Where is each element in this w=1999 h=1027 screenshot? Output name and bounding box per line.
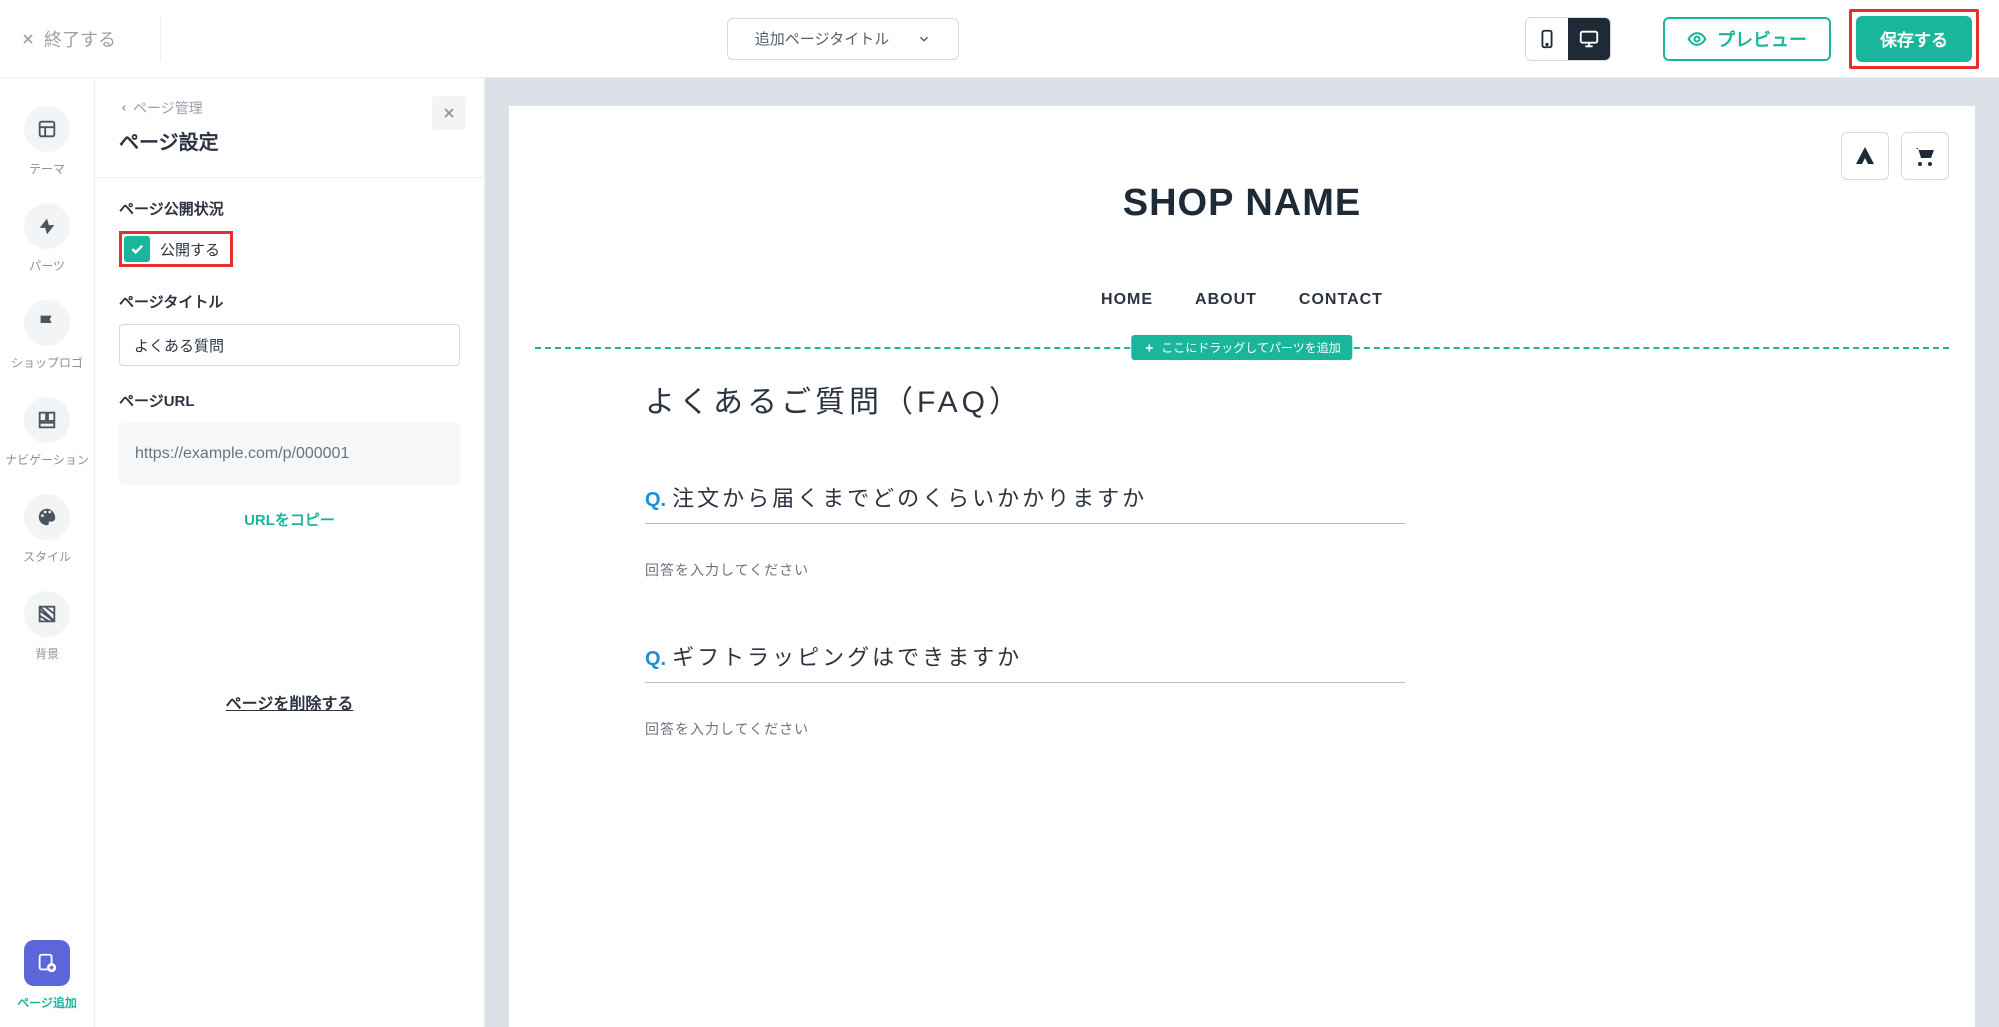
desktop-icon	[1578, 28, 1600, 50]
sidebar-item-background[interactable]: 背景	[0, 581, 94, 678]
sidebar-item-shop-logo[interactable]: ショップロゴ	[0, 290, 94, 387]
mobile-icon	[1536, 28, 1558, 50]
save-button[interactable]: 保存する	[1856, 16, 1972, 62]
close-panel-button[interactable]	[432, 96, 466, 130]
page-title-label: ページタイトル	[119, 291, 460, 312]
publish-checkbox-label: 公開する	[160, 239, 220, 260]
copy-url-button[interactable]: URLをコピー	[119, 509, 460, 530]
q-text: 注文から届くまでどのくらいかかりますか	[672, 481, 1147, 513]
cart-button[interactable]	[1901, 132, 1949, 180]
nav-about[interactable]: ABOUT	[1195, 291, 1257, 309]
background-icon	[36, 603, 58, 625]
preview-button[interactable]: プレビュー	[1663, 17, 1831, 61]
add-page-icon	[36, 952, 58, 974]
preview-label: プレビュー	[1717, 26, 1807, 52]
flag-icon	[36, 312, 58, 334]
page-url-display: https://example.com/p/000001	[119, 423, 460, 485]
sidebar-label: 背景	[35, 645, 59, 662]
exit-button[interactable]: 終了する	[20, 17, 161, 61]
close-icon	[441, 105, 457, 121]
breadcrumb[interactable]: ページ管理	[119, 98, 460, 118]
shop-logo-placeholder[interactable]	[1841, 132, 1889, 180]
eye-icon	[1687, 29, 1707, 49]
sidebar-item-parts[interactable]: パーツ	[0, 193, 94, 290]
check-icon	[129, 241, 145, 257]
sidebar-label: ページ追加	[17, 994, 77, 1011]
faq-answer-1-placeholder[interactable]: 回答を入力してください	[645, 560, 1405, 580]
nav-contact[interactable]: CONTACT	[1299, 291, 1383, 309]
canvas-area: SHOP NAME HOME ABOUT CONTACT ここにドラッグしてパー…	[485, 78, 1999, 1027]
tent-icon	[1853, 144, 1877, 168]
sidebar-item-style[interactable]: スタイル	[0, 484, 94, 581]
page-url-label: ページURL	[119, 390, 460, 411]
page-title-input[interactable]	[119, 324, 460, 366]
sidebar-label: テーマ	[29, 160, 65, 177]
settings-panel: ページ管理 ページ設定 ページ公開状況 公開する ページタイトル ページURL	[95, 78, 485, 1027]
page-selector[interactable]: 追加ページタイトル	[727, 18, 959, 60]
parts-icon	[36, 215, 58, 237]
plus-icon	[1143, 342, 1155, 354]
highlight-save: 保存する	[1849, 9, 1979, 69]
dropzone-text: ここにドラッグしてパーツを追加	[1161, 339, 1340, 356]
device-mobile-button[interactable]	[1526, 18, 1568, 60]
faq-heading[interactable]: よくあるご質問（FAQ）	[645, 377, 1405, 421]
page-canvas[interactable]: SHOP NAME HOME ABOUT CONTACT ここにドラッグしてパー…	[509, 106, 1975, 1027]
navigation-icon	[36, 409, 58, 431]
device-toggle	[1525, 17, 1611, 61]
q-text: ギフトラッピングはできますか	[672, 640, 1022, 672]
highlight-publish: 公開する	[119, 231, 233, 267]
breadcrumb-label: ページ管理	[133, 98, 203, 118]
faq-question-2[interactable]: Q. ギフトラッピングはできますか	[645, 630, 1405, 683]
faq-answer-2-placeholder[interactable]: 回答を入力してください	[645, 719, 1405, 739]
publish-checkbox[interactable]	[124, 236, 150, 262]
publish-status-label: ページ公開状況	[119, 198, 460, 219]
page-selector-label: 追加ページタイトル	[755, 28, 889, 49]
panel-title: ページ設定	[119, 126, 460, 155]
q-prefix: Q.	[645, 648, 666, 671]
close-icon	[20, 31, 36, 47]
sidebar-item-navigation[interactable]: ナビゲーション	[0, 387, 94, 484]
device-desktop-button[interactable]	[1568, 18, 1610, 60]
faq-question-1[interactable]: Q. 注文から届くまでどのくらいかかりますか	[645, 471, 1405, 524]
sidebar-label: ショップロゴ	[11, 354, 83, 371]
sidebar-label: スタイル	[23, 548, 71, 565]
cart-icon	[1913, 144, 1937, 168]
divider	[95, 177, 484, 178]
shop-name: SHOP NAME	[535, 182, 1949, 225]
sidebar-item-add-page[interactable]: ページ追加	[0, 930, 94, 1027]
shop-nav: HOME ABOUT CONTACT	[535, 291, 1949, 309]
chevron-down-icon	[917, 32, 931, 46]
q-prefix: Q.	[645, 489, 666, 512]
sidebar: テーマ パーツ ショップロゴ ナビゲーション スタイル 背景 ページ追加	[0, 78, 95, 1027]
sidebar-label: ナビゲーション	[5, 451, 89, 468]
nav-home[interactable]: HOME	[1101, 291, 1153, 309]
exit-label: 終了する	[44, 26, 116, 52]
delete-page-button[interactable]: ページを削除する	[119, 690, 460, 734]
palette-icon	[36, 506, 58, 528]
topbar: 終了する 追加ページタイトル プレビュー 保存する	[0, 0, 1999, 78]
chevron-left-icon	[119, 103, 129, 113]
sidebar-item-theme[interactable]: テーマ	[0, 96, 94, 193]
sidebar-label: パーツ	[29, 257, 65, 274]
theme-icon	[36, 118, 58, 140]
